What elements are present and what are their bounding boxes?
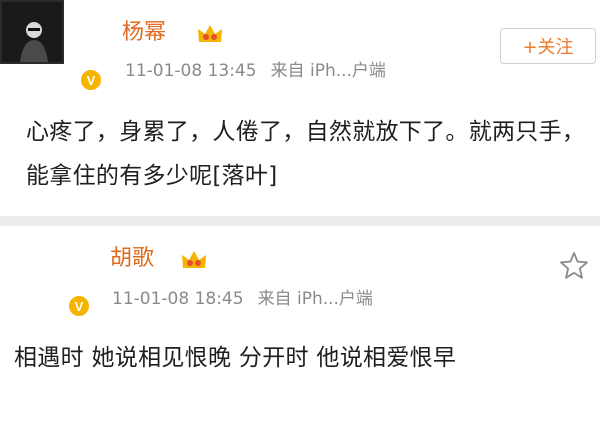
post-content: 心疼了，身累了，人倦了，自然就放下了。就两只手，能拿住的有多少呢[落叶] <box>26 119 586 189</box>
post-source: 来自 iPh...户端 <box>270 61 386 81</box>
verified-badge-icon: V <box>67 294 91 318</box>
post-meta: 11-01-08 18:45 来自 iPh...户端 <box>112 288 373 310</box>
avatar[interactable] <box>0 0 64 64</box>
post-time: 11-01-08 18:45 <box>112 289 244 309</box>
username[interactable]: 杨幂 <box>122 20 166 46</box>
post-content: 相遇时 她说相见恨晚 分开时 他说相爱恨早 <box>14 345 457 371</box>
follow-button[interactable]: +关注 <box>500 28 596 64</box>
star-icon[interactable] <box>558 250 590 282</box>
crown-icon <box>198 25 222 42</box>
post-time: 11-01-08 13:45 <box>125 61 257 81</box>
verified-badge-icon: V <box>79 68 103 92</box>
post-meta: 11-01-08 13:45 来自 iPh...户端 <box>125 60 386 82</box>
weibo-post <box>0 226 600 424</box>
avatar-image <box>0 0 64 64</box>
username[interactable]: 胡歌 <box>110 246 154 272</box>
follow-label: +关注 <box>522 37 574 58</box>
crown-icon <box>182 251 206 268</box>
post-source: 来自 iPh...户端 <box>257 289 373 309</box>
